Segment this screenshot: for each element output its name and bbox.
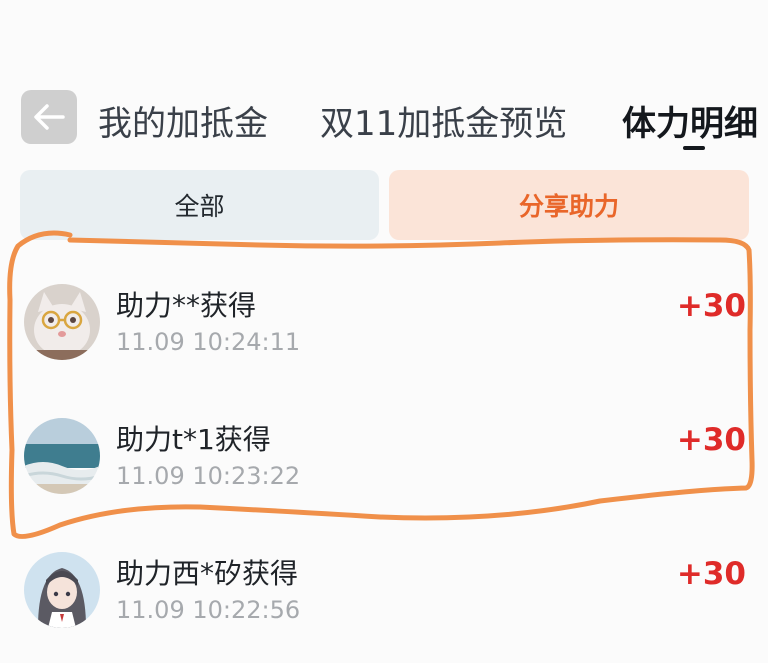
active-tab-indicator bbox=[683, 146, 705, 150]
filter-share-assist-label: 分享助力 bbox=[518, 192, 619, 221]
filter-all-label: 全部 bbox=[174, 192, 225, 221]
arrow-left-icon bbox=[34, 104, 65, 130]
record-time: 11.09 10:23:22 bbox=[116, 462, 301, 490]
record-title: 助力西*矽获得 bbox=[116, 557, 299, 590]
record-points: +30 bbox=[676, 288, 746, 324]
back-button[interactable] bbox=[21, 90, 77, 144]
anime-girl-avatar bbox=[24, 552, 100, 628]
list-item[interactable]: 助力t*1获得 11.09 10:23:22 +30 bbox=[0, 418, 768, 508]
record-points: +30 bbox=[676, 556, 746, 592]
record-time: 11.09 10:22:56 bbox=[116, 596, 301, 624]
tab-my-deduction[interactable]: 我的加抵金 bbox=[98, 96, 268, 145]
record-time: 11.09 10:24:11 bbox=[116, 328, 301, 356]
list-item[interactable]: 助力**获得 11.09 10:24:11 +30 bbox=[0, 284, 768, 374]
beach-avatar bbox=[24, 418, 100, 494]
list-item[interactable]: 助力西*矽获得 11.09 10:22:56 +30 bbox=[0, 552, 768, 642]
filter-share-assist-button[interactable]: 分享助力 bbox=[389, 170, 749, 240]
record-points: +30 bbox=[676, 422, 746, 458]
record-title: 助力t*1获得 bbox=[116, 423, 271, 456]
tab-double11-preview[interactable]: 双11加抵金预览 bbox=[320, 96, 567, 145]
cat-avatar bbox=[24, 284, 100, 360]
tab-stamina-details[interactable]: 体力明细 bbox=[622, 96, 758, 145]
record-title: 助力**获得 bbox=[116, 289, 257, 322]
filter-all-button[interactable]: 全部 bbox=[20, 170, 379, 240]
